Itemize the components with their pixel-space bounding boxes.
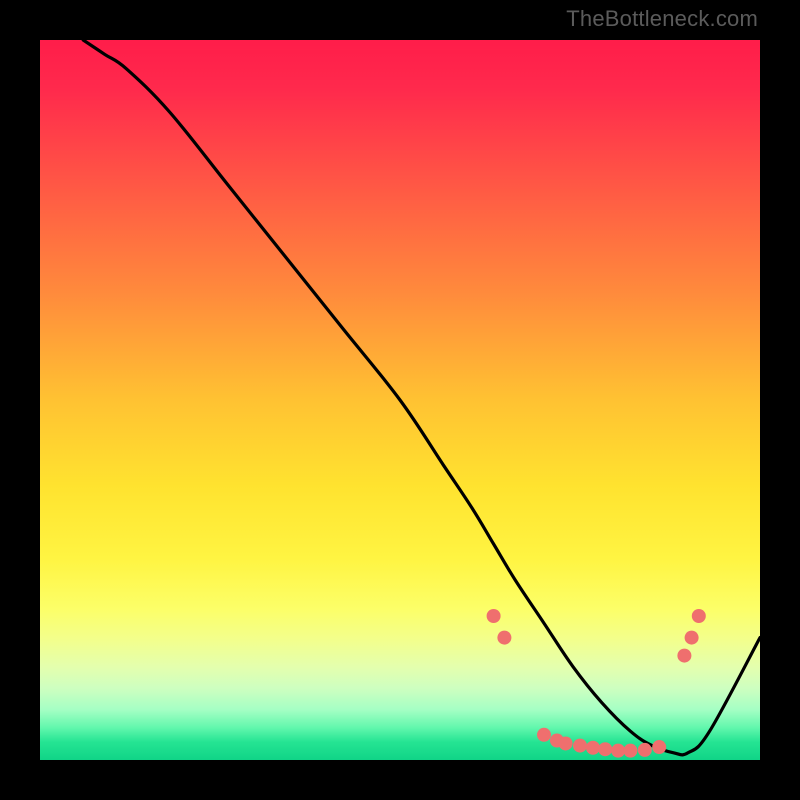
highlight-point (611, 744, 625, 758)
watermark-text: TheBottleneck.com (566, 6, 758, 32)
highlight-point (677, 649, 691, 663)
highlight-point (586, 741, 600, 755)
highlight-point (537, 728, 551, 742)
highlight-point (638, 743, 652, 757)
highlight-point (623, 744, 637, 758)
highlight-point (598, 742, 612, 756)
highlight-point (685, 631, 699, 645)
highlight-point (652, 740, 666, 754)
highlight-point (497, 631, 511, 645)
chart-svg (40, 40, 760, 760)
chart-frame: TheBottleneck.com (0, 0, 800, 800)
plot-area (40, 40, 760, 760)
highlight-point (487, 609, 501, 623)
bottleneck-curve (83, 40, 760, 755)
highlight-point (573, 739, 587, 753)
highlight-point (559, 736, 573, 750)
highlight-point (692, 609, 706, 623)
highlight-points-group (487, 609, 706, 758)
